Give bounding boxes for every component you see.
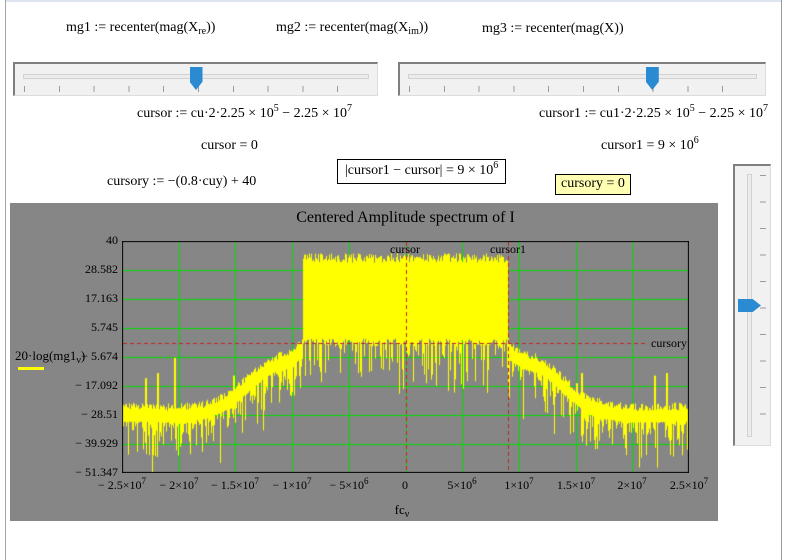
plot-title: Centered Amplitude spectrum of I	[296, 209, 515, 226]
x-axis-label: fcν	[394, 502, 410, 520]
expression-mg1[interactable]: mg1 := recenter(mag(Xre))	[66, 20, 215, 37]
y-tick-label: 5.745	[91, 320, 118, 334]
expression-cursor-val[interactable]: cursor = 0	[201, 138, 258, 154]
expression-cursory-def[interactable]: cursory := −(0.8·cuy) + 40	[107, 174, 256, 190]
cursor1-marker-label: cursor1	[490, 242, 526, 256]
trace-legend-line	[18, 367, 44, 370]
x-tick-label: 2.5×107	[669, 476, 709, 492]
mathcad-worksheet: mg1 := recenter(mag(Xre)) mg2 := recente…	[0, 0, 794, 560]
y-tick-label: − 28.51	[81, 407, 118, 421]
y-tick-label: 28.582	[85, 262, 118, 276]
y-axis-legend-label: 20·log(mg1ν)	[15, 348, 86, 366]
slider-cu[interactable]	[13, 62, 378, 96]
cursor-marker-label: cursor	[390, 242, 420, 256]
spectrum-plot-canvas[interactable]	[122, 241, 689, 473]
slider-cu1-ticks	[409, 86, 756, 92]
expression-cursor1-def[interactable]: cursor1 := cu1·2·2.25 × 105 − 2.25 × 107	[539, 103, 768, 122]
y-tick-label: − 17.092	[75, 378, 118, 392]
cursory-marker-label: cursory	[651, 336, 687, 350]
y-tick-label: 40	[106, 233, 118, 247]
expression-cursor-def[interactable]: cursor := cu·2·2.25 × 105 − 2.25 × 107	[137, 103, 352, 122]
y-tick-label: − 39.929	[75, 436, 118, 450]
slider-cuy[interactable]	[733, 164, 771, 446]
window-right-border	[781, 0, 782, 560]
slider-cuy-thumb[interactable]	[738, 299, 761, 312]
expression-cursory-val[interactable]: cursory = 0	[555, 174, 631, 195]
expression-mg3[interactable]: mg3 := recenter(mag(X))	[482, 21, 624, 37]
window-left-border	[5, 0, 6, 560]
expression-cursor-difference[interactable]: |cursor1 − cursor| = 9 × 106	[337, 159, 507, 184]
window-top-border	[6, 0, 781, 2]
y-tick-label: 17.163	[85, 291, 118, 305]
plot-region[interactable]: Centered Amplitude spectrum of I 40 28.5…	[10, 203, 718, 521]
slider-cu1[interactable]	[398, 62, 766, 96]
slider-cu1-track[interactable]	[408, 74, 757, 79]
expression-mg2[interactable]: mg2 := recenter(mag(Xim))	[276, 20, 428, 37]
expression-cursor1-val[interactable]: cursor1 = 9 × 106	[601, 135, 699, 154]
